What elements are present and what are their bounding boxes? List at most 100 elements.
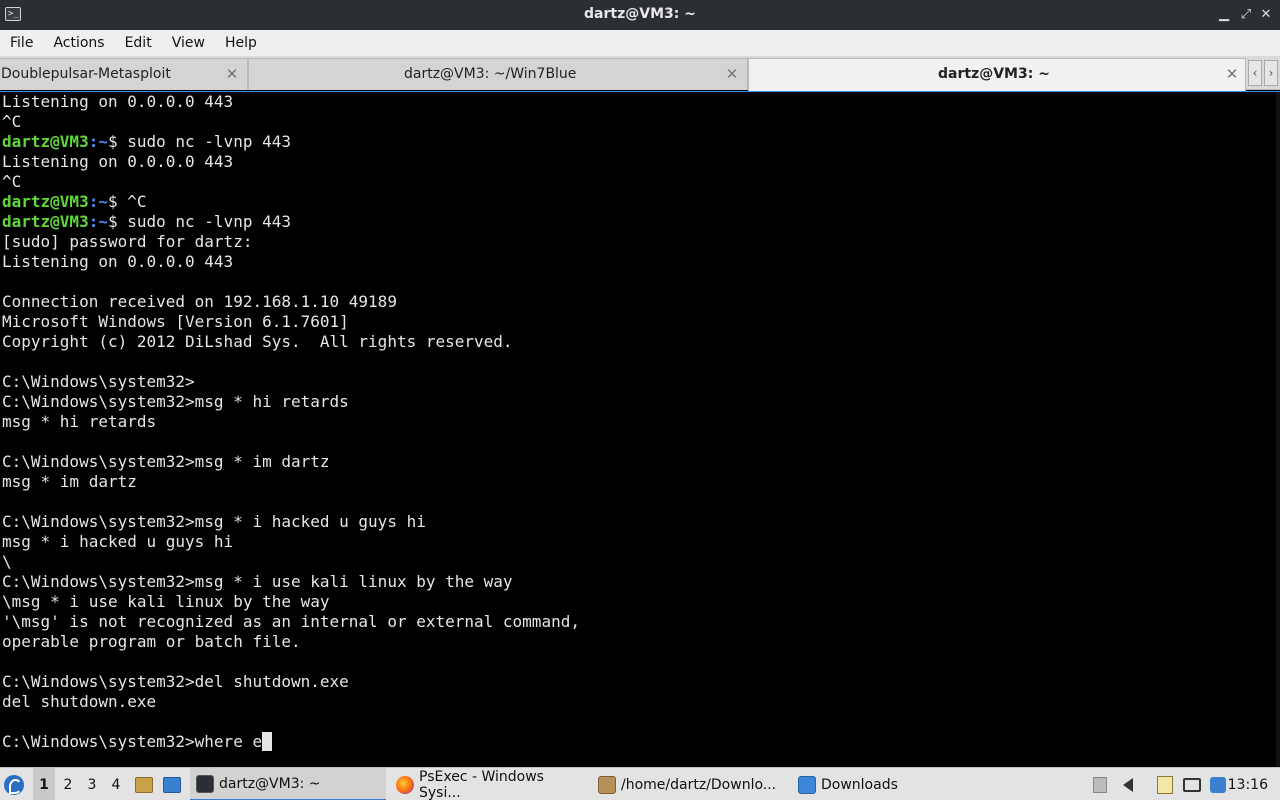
close-tab-icon[interactable]: ✕ xyxy=(225,65,239,83)
tray-eject-icon[interactable] xyxy=(1090,768,1110,800)
workspace-4[interactable]: 4 xyxy=(105,768,127,800)
terminal-icon xyxy=(196,774,214,793)
terminal-line: ^C xyxy=(2,172,580,192)
tab-win7blue[interactable]: dartz@VM3: ~/Win7Blue ✕ xyxy=(248,58,748,90)
start-menu-icon xyxy=(4,774,24,795)
output-text: msg * i hacked u guys hi xyxy=(2,532,234,551)
terminal-line: Copyright (c) 2012 DiLshad Sys. All righ… xyxy=(2,332,580,352)
terminal-line: '\msg' is not recognized as an internal … xyxy=(2,612,580,632)
clock[interactable]: 13:16 xyxy=(1228,768,1268,800)
file-manager-icon xyxy=(135,776,153,793)
tab-scroll-left-icon[interactable]: ‹ xyxy=(1248,60,1262,86)
speaker-shape xyxy=(1123,777,1133,792)
tab-bar: Doublepulsar-Metasploit ✕ dartz@VM3: ~/W… xyxy=(0,56,1280,91)
tab-doublepulsar-metasploit[interactable]: Doublepulsar-Metasploit ✕ xyxy=(0,58,248,90)
close-tab-icon[interactable]: ✕ xyxy=(1225,65,1239,83)
file-manager-launcher[interactable] xyxy=(133,768,155,800)
minimize-icon[interactable]: ▁ xyxy=(1216,6,1232,24)
output-text: msg * im dartz xyxy=(2,472,137,491)
output-text: ^C xyxy=(2,112,22,131)
terminal-line: Connection received on 192.168.1.10 4918… xyxy=(2,292,580,312)
clipboard-shape xyxy=(1157,775,1173,794)
terminal-area[interactable]: Listening on 0.0.0.0 443 ^C dartz@VM3:~$ s… xyxy=(0,91,1280,767)
tab-label: dartz@VM3: ~/Win7Blue xyxy=(404,66,577,82)
prompt-command: $ ^C xyxy=(107,192,147,211)
terminal-output: Listening on 0.0.0.0 443 ^C dartz@VM3:~$ s… xyxy=(2,92,580,752)
output-text: C:\Windows\system32>msg * im dartz xyxy=(2,452,330,471)
menu-actions[interactable]: Actions xyxy=(43,30,114,56)
terminal-line: \msg * i use kali linux by the way xyxy=(2,592,580,612)
output-text: C:\Windows\system32>msg * i hacked u guy… xyxy=(2,512,426,531)
tab-home[interactable]: dartz@VM3: ~ ✕ xyxy=(748,58,1246,91)
network-icon[interactable] xyxy=(1182,768,1202,800)
update-notifier-icon[interactable] xyxy=(1208,768,1228,800)
show-desktop-icon xyxy=(163,776,181,793)
output-text: operable program or batch file. xyxy=(2,632,301,651)
text-cursor xyxy=(262,732,273,751)
menu-edit[interactable]: Edit xyxy=(115,30,162,56)
tab-scroll-right-icon[interactable]: › xyxy=(1264,60,1278,86)
show-desktop-launcher[interactable] xyxy=(161,768,183,800)
maximize-icon[interactable]: ⤢ xyxy=(1238,6,1254,24)
terminal-line: C:\Windows\system32>del shutdown.exe xyxy=(2,672,580,692)
terminal-line: [sudo] password for dartz: xyxy=(2,232,580,252)
terminal-line: C:\Windows\system32> xyxy=(2,372,580,392)
prompt-command: $ sudo nc -lvnp 443 xyxy=(107,132,291,151)
terminal-line: msg * hi retards xyxy=(2,412,580,432)
output-text: Connection received on 192.168.1.10 4918… xyxy=(2,292,397,311)
workspace-1[interactable]: 1 xyxy=(33,768,55,800)
prompt-path: :~ xyxy=(88,192,108,211)
output-text: C:\Windows\system32>where e xyxy=(2,732,263,751)
task-terminal[interactable]: dartz@VM3: ~ xyxy=(190,768,386,800)
workspace-3[interactable]: 3 xyxy=(81,768,103,800)
prompt-command: $ sudo nc -lvnp 443 xyxy=(107,212,291,231)
eject-shape xyxy=(1093,776,1107,793)
task-downloads[interactable]: Downloads xyxy=(792,768,942,800)
terminal-scrollbar[interactable] xyxy=(1276,92,1280,767)
task-firefox[interactable]: PsExec - Windows Sysi... xyxy=(390,768,588,800)
output-text: C:\Windows\system32>del shutdown.exe xyxy=(2,672,349,691)
firefox-icon xyxy=(396,775,414,794)
volume-icon[interactable] xyxy=(1118,768,1138,800)
terminal-line: C:\Windows\system32>msg * i hacked u guy… xyxy=(2,512,580,532)
terminal-line: del shutdown.exe xyxy=(2,692,580,712)
terminal-line: dartz@VM3:~$ sudo nc -lvnp 443 xyxy=(2,132,580,152)
output-text: Microsoft Windows [Version 6.1.7601] xyxy=(2,312,349,331)
folder-icon xyxy=(798,775,816,794)
output-text: '\msg' is not recognized as an internal … xyxy=(2,612,580,631)
output-text: ^C xyxy=(2,172,22,191)
task-label: dartz@VM3: ~ xyxy=(219,775,321,792)
window-titlebar[interactable]: >_ dartz@VM3: ~ ▁ ⤢ ✕ xyxy=(0,0,1280,30)
terminal-line: \ xyxy=(2,552,580,572)
tab-label: Doublepulsar-Metasploit xyxy=(1,66,171,82)
menu-view[interactable]: View xyxy=(162,30,215,56)
terminal-line: Microsoft Windows [Version 6.1.7601] xyxy=(2,312,580,332)
output-text: \msg * i use kali linux by the way xyxy=(2,592,330,611)
output-text: msg * hi retards xyxy=(2,412,157,431)
output-text: Listening on 0.0.0.0 443 xyxy=(2,92,234,111)
close-window-icon[interactable]: ✕ xyxy=(1258,6,1274,24)
output-text: C:\Windows\system32> xyxy=(2,372,195,391)
terminal-line: dartz@VM3:~$ sudo nc -lvnp 443 xyxy=(2,212,580,232)
output-text: Listening on 0.0.0.0 443 xyxy=(2,252,234,271)
menu-file[interactable]: File xyxy=(0,30,43,56)
workspace-2[interactable]: 2 xyxy=(57,768,79,800)
start-menu-button[interactable] xyxy=(4,768,28,800)
close-tab-icon[interactable]: ✕ xyxy=(725,65,739,83)
output-text: C:\Windows\system32>msg * i use kali lin… xyxy=(2,572,513,591)
task-archive[interactable]: /home/dartz/Downlo... xyxy=(592,768,788,800)
menu-help[interactable]: Help xyxy=(215,30,267,56)
prompt-user: dartz@VM3 xyxy=(2,192,89,211)
monitor-shape xyxy=(1183,777,1201,792)
prompt-user: dartz@VM3 xyxy=(2,132,89,151)
taskbar: 1 2 3 4 dartz@VM3: ~ PsExec - Windows Sy… xyxy=(0,767,1280,800)
window-title: dartz@VM3: ~ xyxy=(584,6,696,22)
terminal-line: operable program or batch file. xyxy=(2,632,580,652)
archive-icon xyxy=(598,775,616,794)
clipboard-icon[interactable] xyxy=(1155,768,1175,800)
